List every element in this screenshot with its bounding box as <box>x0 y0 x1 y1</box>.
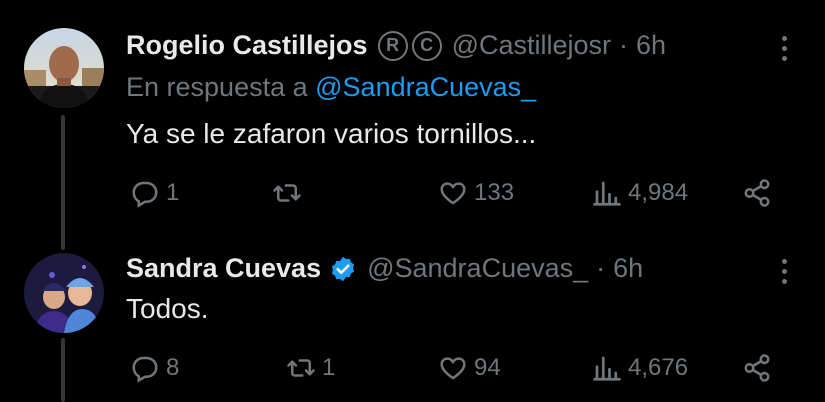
retweet-button[interactable]: 1 <box>286 353 335 383</box>
timestamp[interactable]: 6h <box>613 253 643 284</box>
avatar[interactable] <box>24 253 104 333</box>
badge-r-icon: R <box>377 30 408 61</box>
separator: · <box>596 253 606 283</box>
reply-prefix: En respuesta a <box>126 72 308 102</box>
view-count: 4,676 <box>628 354 689 381</box>
more-icon[interactable] <box>778 36 790 66</box>
retweet-icon <box>287 359 315 377</box>
verified-icon <box>332 256 355 281</box>
reply-icon <box>132 181 158 208</box>
retweet-icon <box>273 184 301 202</box>
views-button[interactable]: 4,676 <box>592 353 688 383</box>
timestamp[interactable]: 6h <box>636 30 666 61</box>
tweet-header: Sandra Cuevas @SandraCuevas_ · 6h <box>126 253 643 284</box>
reply-count: 8 <box>166 354 180 381</box>
avatar[interactable] <box>24 28 104 108</box>
share-icon <box>744 179 770 207</box>
tweet-header: Rogelio Castillejos R C @Castillejosr · … <box>126 30 666 61</box>
reply-context: En respuesta a @SandraCuevas_ <box>126 72 536 103</box>
author-name[interactable]: Sandra Cuevas <box>126 253 321 284</box>
retweet-count: 1 <box>322 354 336 381</box>
reply-mention-link[interactable]: @SandraCuevas_ <box>315 72 536 102</box>
tweet-text: Ya se le zafaron varios tornillos... <box>126 118 537 149</box>
separator: · <box>619 30 629 60</box>
reply-icon <box>132 356 158 383</box>
reply-count: 1 <box>166 179 180 206</box>
views-icon <box>593 356 621 381</box>
reply-button[interactable]: 1 <box>130 178 179 208</box>
tweet-2[interactable]: Sandra Cuevas @SandraCuevas_ · 6h Todos.… <box>0 245 825 402</box>
views-icon <box>593 181 621 206</box>
reply-button[interactable]: 8 <box>130 353 179 383</box>
share-button[interactable] <box>742 178 772 208</box>
like-icon <box>440 182 466 205</box>
view-count: 4,984 <box>628 179 689 206</box>
views-button[interactable]: 4,984 <box>592 178 688 208</box>
like-button[interactable]: 133 <box>438 178 514 208</box>
affiliate-badges: R C <box>377 30 442 61</box>
like-icon <box>440 357 466 380</box>
author-handle[interactable]: @Castillejosr <box>452 30 611 61</box>
retweet-button[interactable] <box>272 178 308 208</box>
like-button[interactable]: 94 <box>438 353 501 383</box>
more-icon[interactable] <box>778 259 790 289</box>
share-icon <box>744 354 770 382</box>
share-button[interactable] <box>742 353 772 383</box>
tweet-1[interactable]: Rogelio Castillejos R C @Castillejosr · … <box>0 0 825 245</box>
tweet-text: Todos. <box>126 293 209 324</box>
badge-c-icon: C <box>411 30 442 61</box>
author-handle[interactable]: @SandraCuevas_ <box>367 253 588 284</box>
like-count: 133 <box>474 179 515 206</box>
author-name[interactable]: Rogelio Castillejos <box>126 30 368 61</box>
like-count: 94 <box>474 354 501 381</box>
